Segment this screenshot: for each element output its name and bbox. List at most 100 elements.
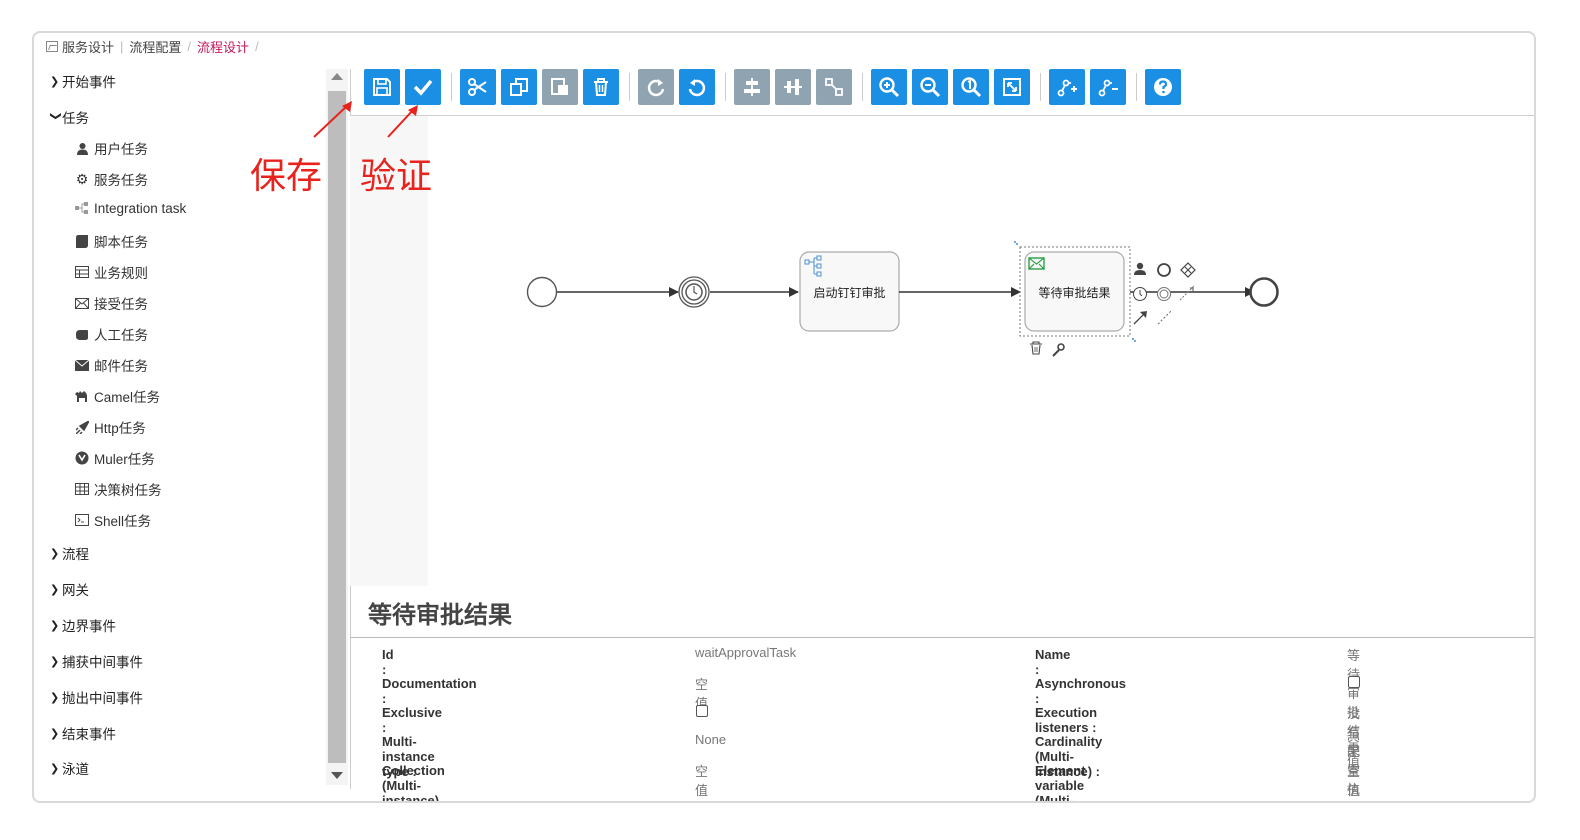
palette-item-integration-task[interactable]: Integration task [74, 200, 186, 216]
properties-divider [350, 637, 1534, 638]
task2-label: 等待审批结果 [1038, 286, 1111, 300]
align-vertical-button[interactable] [775, 69, 811, 105]
prop-value-collection[interactable]: 空值 [695, 761, 708, 799]
add-bendpoint-button[interactable] [1049, 69, 1085, 105]
prop-label-asynchronous: Asynchronous : [1035, 676, 1127, 706]
zoom-actual-icon [961, 77, 982, 98]
scroll-down-icon[interactable] [331, 772, 343, 779]
palette-item-script-task[interactable]: 脚本任务 [74, 231, 148, 251]
wrench-icon[interactable] [1052, 343, 1065, 357]
palette-item-muler-task[interactable]: Muler任务 [74, 448, 155, 468]
palette-item-service-task[interactable]: ⚙ 服务任务 [74, 169, 148, 189]
quick-add-timer-icon[interactable] [1133, 287, 1147, 301]
undo-button[interactable] [679, 69, 715, 105]
align-horizontal-button[interactable] [734, 69, 770, 105]
prop-label-element-variable: Element variable (Multi-instance) : [1035, 763, 1086, 803]
palette-group-tasks[interactable]: ❯ 任务 [50, 107, 90, 127]
cut-button[interactable] [460, 69, 496, 105]
chevron-right-icon: ❯ [50, 655, 60, 668]
same-size-button[interactable] [816, 69, 852, 105]
chevron-right-icon: ❯ [50, 691, 60, 704]
palette-group-end-events[interactable]: ❯ 结束事件 [50, 723, 116, 743]
breadcrumb-item[interactable]: 服务设计 [62, 37, 114, 56]
redo-button[interactable] [638, 69, 674, 105]
bendpoint-add-icon [1057, 79, 1077, 97]
terminal-icon [74, 512, 90, 528]
zoom-out-button[interactable] [912, 69, 948, 105]
copy-icon [510, 78, 528, 96]
quick-add-annotation-icon[interactable] [1179, 285, 1195, 301]
palette-scrollbar[interactable] [326, 69, 348, 785]
zoom-in-button[interactable] [871, 69, 907, 105]
palette-group-process[interactable]: ❯ 流程 [50, 543, 89, 563]
quick-add-gateway-icon[interactable] [1180, 262, 1196, 278]
prop-value-multi-instance-type[interactable]: None [695, 732, 726, 747]
palette-item-receive-task[interactable]: 接受任务 [74, 293, 148, 313]
quick-add-end-event-icon[interactable] [1157, 263, 1171, 277]
properties-title: 等待审批结果 [368, 602, 512, 629]
prop-label-exclusive: Exclusive : [382, 705, 442, 735]
palette-group-catch-events[interactable]: ❯ 捕获中间事件 [50, 651, 143, 671]
camel-icon [74, 388, 90, 404]
scissors-icon [468, 78, 487, 96]
annotation-validate: 验证 [360, 156, 433, 197]
scroll-up-icon[interactable] [331, 73, 343, 80]
palette-item-decision-task[interactable]: 决策树任务 [74, 479, 162, 499]
image-icon [46, 40, 58, 52]
prop-label-name: Name : [1035, 647, 1071, 677]
palette-group-boundary-events[interactable]: ❯ 边界事件 [50, 615, 116, 635]
zoom-in-icon [879, 77, 900, 98]
mule-icon [74, 450, 90, 466]
palette-group-swimlanes[interactable]: ❯ 泳道 [50, 758, 89, 778]
association-icon[interactable] [1157, 309, 1173, 325]
prop-label-id: Id : [382, 647, 394, 677]
help-icon [1154, 78, 1172, 96]
chevron-right-icon: ❯ [50, 727, 60, 740]
palette-item-shell-task[interactable]: Shell任务 [74, 510, 151, 530]
hand-icon [74, 326, 90, 342]
trash-icon [594, 78, 608, 96]
palette-group-throw-events[interactable]: ❯ 抛出中间事件 [50, 687, 143, 707]
redo-icon [647, 79, 665, 97]
exclusive-checkbox[interactable] [696, 705, 708, 717]
toolbar [350, 67, 1534, 115]
diagram-canvas[interactable]: 启动钉钉审批 等待审批结果 [350, 116, 1534, 586]
same-size-icon [825, 78, 843, 96]
paste-button[interactable] [542, 69, 578, 105]
chevron-right-icon: ❯ [50, 583, 60, 596]
table-icon [74, 264, 90, 280]
scroll-thumb[interactable] [328, 91, 346, 763]
annotation-arrows [313, 101, 418, 138]
palette-item-business-rule[interactable]: 业务规则 [74, 262, 148, 282]
zoom-fit-button[interactable] [994, 69, 1030, 105]
connect-flow-icon[interactable] [1133, 311, 1147, 325]
palette-item-camel-task[interactable]: Camel任务 [74, 386, 160, 406]
palette-item-mail-task[interactable]: 邮件任务 [74, 355, 148, 375]
start-event[interactable] [526, 276, 558, 308]
undo-icon [688, 79, 706, 97]
delete-element-icon[interactable] [1030, 341, 1042, 355]
app-frame: 服务设计 | 流程配置 / 流程设计 / ❯ 开始事件 ❯ 任务 用户任务 ⚙ … [32, 31, 1536, 803]
help-button[interactable] [1145, 69, 1181, 105]
align-horizontal-icon [744, 78, 760, 96]
asynchronous-checkbox[interactable] [1348, 676, 1360, 688]
breadcrumb-item[interactable]: 流程配置 [129, 37, 181, 56]
timer-event[interactable] [678, 276, 710, 308]
palette-group-gateways[interactable]: ❯ 网关 [50, 579, 89, 599]
palette-item-manual-task[interactable]: 人工任务 [74, 324, 148, 344]
zoom-actual-button[interactable] [953, 69, 989, 105]
prop-value-id[interactable]: waitApprovalTask [695, 645, 796, 660]
breadcrumb-current: 流程设计 [197, 39, 250, 55]
copy-button[interactable] [501, 69, 537, 105]
prop-value-element-variable[interactable]: 空值 [1347, 761, 1360, 799]
gear-icon: ⚙ [75, 170, 89, 187]
quick-add-intermediate-event-icon[interactable] [1157, 287, 1171, 301]
end-event[interactable] [1249, 277, 1279, 307]
palette-item-http-task[interactable]: Http任务 [74, 417, 146, 437]
remove-bendpoint-button[interactable] [1090, 69, 1126, 105]
palette-group-start-events[interactable]: ❯ 开始事件 [50, 71, 116, 91]
chevron-right-icon: ❯ [50, 75, 60, 88]
palette-item-user-task[interactable]: 用户任务 [74, 138, 148, 158]
quick-add-user-task-icon[interactable] [1134, 262, 1146, 275]
delete-button[interactable] [583, 69, 619, 105]
